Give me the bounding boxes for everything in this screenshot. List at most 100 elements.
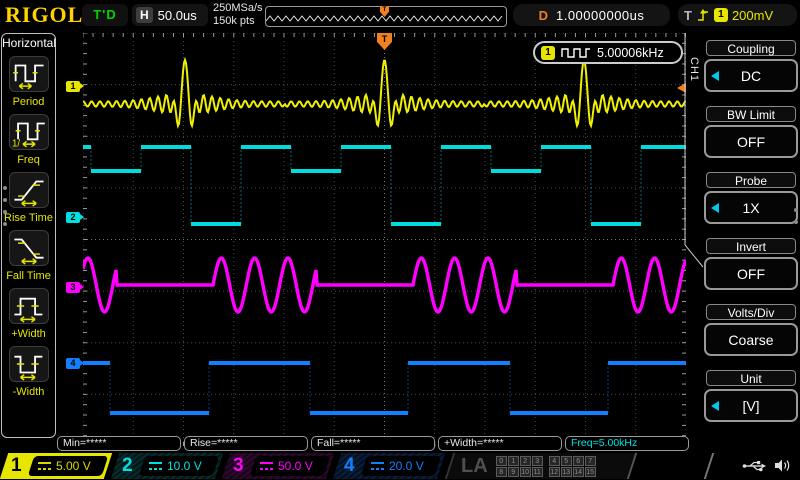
digital-ch: 2 [520, 456, 531, 466]
measurement-fall[interactable]: Fall=***** [311, 436, 435, 451]
menu-label-probe: Probe [706, 172, 796, 188]
unit-value: [V] [742, 398, 759, 414]
channel2-scale: 10.0 V [167, 459, 202, 473]
menu-item-label: Period [2, 96, 55, 108]
trigger-source-badge: 1 [714, 8, 728, 22]
probe-value: 1X [742, 200, 759, 216]
channel4-number: 4 [344, 455, 355, 477]
menu-label-invert: Invert [706, 238, 796, 254]
menu-value-bw-limit[interactable]: OFF [704, 125, 798, 158]
menu-page-dot [3, 210, 7, 214]
oscilloscope-screen: RIGOL T'D H 50.0us 250MSa/s 150k pts T D… [0, 0, 800, 480]
digital-ch: 10 [520, 467, 531, 477]
ch1-zero-marker[interactable]: 1 [66, 81, 80, 92]
delay-label: D [539, 8, 548, 23]
menu-item-freq[interactable]: 1/ Freq [2, 114, 55, 166]
measurement-bar: Min=***** Rise=***** Fall=***** +Width=*… [57, 436, 689, 451]
waveform-overview-strip[interactable]: T [265, 6, 507, 27]
trigger-level-value: 200mV [732, 8, 773, 23]
digital-ch: 0 [496, 456, 507, 466]
menu-item-fall-time[interactable]: Fall Time [2, 230, 55, 282]
left-menu-title: Horizontal [2, 36, 55, 50]
pwidth-icon [9, 288, 49, 324]
menu-page-dot [3, 198, 7, 202]
measurement-pwidth[interactable]: +Width=***** [438, 436, 562, 451]
digital-ch: 13 [561, 467, 572, 477]
left-arrow-icon [711, 401, 719, 411]
menu-value-unit[interactable]: [V] [704, 389, 798, 422]
counter-value: 5.00006kHz [597, 46, 664, 60]
menu-item-nwidth[interactable]: -Width [2, 346, 55, 398]
trigger-status-badge: T'D [82, 4, 128, 26]
menu-item-label: Freq [2, 154, 55, 166]
digital-ch: 14 [573, 467, 584, 477]
menu-label-volts-div: Volts/Div [706, 304, 796, 320]
menu-value-coupling[interactable]: DC [704, 59, 798, 92]
menu-label-coupling: Coupling [706, 40, 796, 56]
speaker-icon [773, 458, 792, 473]
channel3-block[interactable]: 3 50.0 V [222, 453, 334, 479]
period-icon [9, 56, 49, 92]
ch4-zero-label: 4 [70, 358, 75, 368]
menu-item-rise-time[interactable]: Rise Time [2, 172, 55, 224]
ch2-zero-marker[interactable]: 2 [66, 212, 80, 223]
rise-time-icon [9, 172, 49, 208]
digital-ch: 8 [496, 467, 507, 477]
ch2-zero-label: 2 [70, 212, 75, 222]
digital-ch: 6 [573, 456, 584, 466]
channel2-block[interactable]: 2 10.0 V [111, 453, 223, 479]
bw-limit-value: OFF [737, 134, 765, 150]
timebase-value: 50.0us [158, 8, 197, 23]
measurement-freq[interactable]: Freq=5.00kHz [565, 436, 689, 451]
h-label: H [136, 7, 153, 23]
menu-item-label: Fall Time [2, 270, 55, 282]
menu-value-probe[interactable]: 1X [704, 191, 798, 224]
trigger-label: T [684, 8, 692, 23]
measurement-min[interactable]: Min=***** [57, 436, 181, 451]
waveform-display-area[interactable]: T [83, 33, 686, 446]
ch4-zero-marker[interactable]: 4 [66, 358, 80, 369]
delay-value: 1.00000000us [556, 8, 644, 23]
trigger-settings-box[interactable]: T 1 200mV [678, 4, 797, 26]
menu-page-dot [3, 222, 7, 226]
channel1-number: 1 [11, 455, 22, 477]
timebase-box[interactable]: H 50.0us [132, 4, 208, 26]
freq-icon: 1/ [9, 114, 49, 150]
channel2-number: 2 [122, 455, 133, 477]
menu-item-label: Rise Time [2, 212, 55, 224]
menu-item-period[interactable]: Period [2, 56, 55, 108]
channel3-scale: 50.0 V [278, 459, 313, 473]
logic-analyzer-block[interactable]: LA 0 1 2 3 4 5 6 7 8 9 10 11 12 [445, 453, 637, 479]
bottom-bar-separator [704, 453, 714, 479]
digital-ch: 9 [508, 467, 519, 477]
menu-label-bw-limit: BW Limit [706, 106, 796, 122]
svg-text:1/: 1/ [12, 139, 20, 149]
measurement-rise[interactable]: Rise=***** [184, 436, 308, 451]
menu-label-unit: Unit [706, 370, 796, 386]
ch3-zero-label: 3 [70, 282, 75, 292]
delay-box[interactable]: D 1.00000000us [513, 4, 670, 26]
digital-ch: 1 [508, 456, 519, 466]
menu-item-pwidth[interactable]: +Width [2, 288, 55, 340]
menu-page-dot [794, 220, 798, 224]
channel-tab-label: CH1 [688, 57, 700, 82]
ch3-zero-marker[interactable]: 3 [66, 282, 80, 293]
digital-ch: 7 [585, 456, 596, 466]
menu-value-volts-div[interactable]: Coarse [704, 323, 798, 356]
digital-ch: 3 [532, 456, 543, 466]
channel3-number: 3 [233, 455, 244, 477]
dc-coupling-icon [149, 462, 162, 470]
frequency-counter-badge: 1 5.00006kHz [533, 41, 683, 64]
channel1-scale: 5.00 V [56, 459, 91, 473]
ch1-zero-label: 1 [70, 81, 75, 91]
channel4-block[interactable]: 4 20.0 V [333, 453, 445, 479]
menu-value-invert[interactable]: OFF [704, 257, 798, 290]
digital-ch: 11 [532, 467, 543, 477]
dc-coupling-icon [371, 462, 384, 470]
channel1-block[interactable]: 1 5.00 V [0, 453, 112, 479]
fall-time-icon [9, 230, 49, 266]
digital-ch: 5 [561, 456, 572, 466]
la-label: LA [461, 455, 488, 478]
digital-channel-grid: 0 1 2 3 4 5 6 7 8 9 10 11 12 13 14 [496, 456, 596, 477]
sample-rate: 250MSa/s [213, 2, 263, 15]
